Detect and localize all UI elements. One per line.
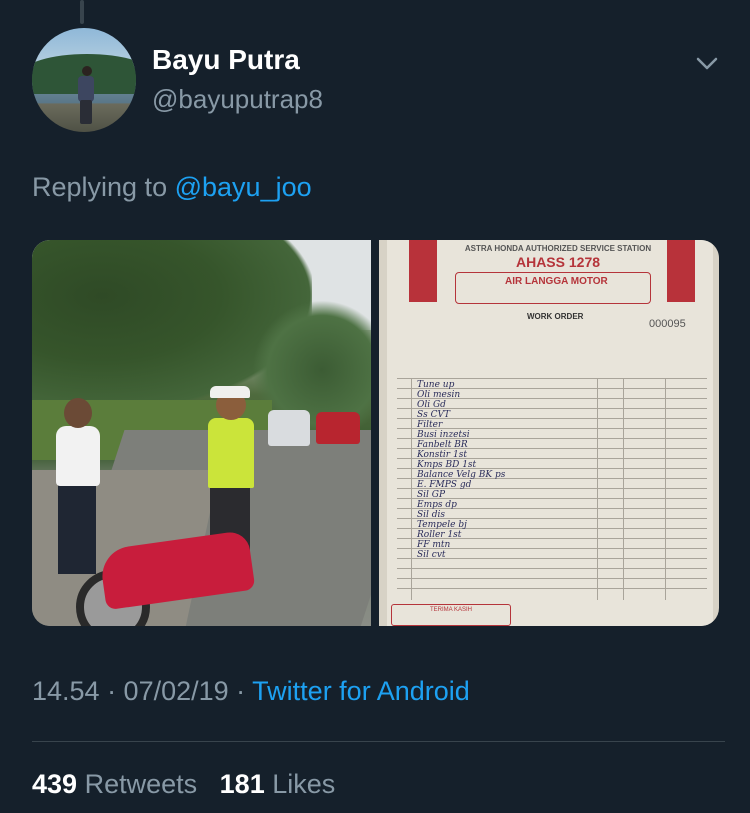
replying-to-label: Replying to bbox=[32, 172, 168, 202]
receipt-header: ASTRA HONDA AUTHORIZED SERVICE STATION bbox=[464, 244, 652, 253]
receipt-number: 000095 bbox=[649, 318, 686, 330]
photo-man-legs bbox=[58, 484, 96, 574]
photo-car-red bbox=[316, 412, 360, 444]
receipt-col-line bbox=[411, 378, 412, 600]
receipt-col-line bbox=[623, 378, 624, 600]
tweet-timestamp[interactable]: 14.54 · 07/02/19 · bbox=[32, 676, 245, 706]
replying-to: Replying to @bayu_joo bbox=[32, 172, 312, 203]
receipt-col-line bbox=[597, 378, 598, 600]
receipt-row: Kmps BD 1st bbox=[417, 460, 477, 470]
receipt-thanks: TERIMA KASIH bbox=[391, 604, 511, 626]
reply-mention-link[interactable]: @bayu_joo bbox=[175, 172, 312, 202]
receipt-row: Konstir 1st bbox=[417, 450, 467, 460]
receipt-dealer-name: AIR LANGGA MOTOR bbox=[505, 276, 608, 287]
receipt-row: Sil dis bbox=[417, 510, 446, 520]
likes-label[interactable]: Likes bbox=[272, 769, 335, 799]
tweet-meta: 14.54 · 07/02/19 · Twitter for Android bbox=[32, 676, 470, 707]
receipt-paper: ASTRA HONDA AUTHORIZED SERVICE STATION A… bbox=[387, 240, 713, 626]
receipt-row: Tune up bbox=[417, 380, 455, 390]
avatar-person-body bbox=[78, 76, 94, 102]
photo-officer-cap bbox=[210, 386, 250, 398]
photo-work-order[interactable]: ASTRA HONDA AUTHORIZED SERVICE STATION A… bbox=[379, 240, 719, 626]
receipt-row: Filter bbox=[417, 420, 443, 430]
thread-line bbox=[80, 0, 84, 24]
receipt-row: Oli Gd bbox=[417, 400, 446, 410]
avatar-person-head bbox=[82, 66, 92, 76]
receipt-row: Sil cvt bbox=[417, 550, 446, 560]
receipt-col-line bbox=[665, 378, 666, 600]
receipt-row: Tempele bj bbox=[417, 520, 467, 530]
photo-traffic-stop[interactable] bbox=[32, 240, 371, 626]
chevron-down-icon[interactable] bbox=[692, 48, 722, 78]
media-grid: ASTRA HONDA AUTHORIZED SERVICE STATION A… bbox=[32, 240, 719, 626]
receipt-work-order-title: WORK ORDER bbox=[527, 312, 584, 321]
receipt-row: Ss CVT bbox=[417, 410, 451, 420]
receipt-row: Emps dp bbox=[417, 500, 457, 510]
receipt-red-bar-left bbox=[409, 240, 437, 302]
retweets-label[interactable]: Retweets bbox=[85, 769, 198, 799]
photo-man-shirt bbox=[56, 426, 100, 486]
display-name[interactable]: Bayu Putra bbox=[152, 44, 300, 76]
photo-car-white bbox=[268, 410, 310, 446]
receipt-row: FF mtn bbox=[417, 540, 451, 550]
receipt-row: Busi inzetsi bbox=[417, 430, 470, 440]
receipt-row: Balance Velg BK ps bbox=[417, 470, 506, 480]
receipt-row: Sil GP bbox=[417, 490, 446, 500]
photo-man-head bbox=[64, 398, 92, 428]
retweets-count[interactable]: 439 bbox=[32, 769, 77, 799]
tweet-header: Bayu Putra @bayuputrap8 bbox=[32, 28, 722, 132]
divider bbox=[32, 741, 725, 742]
receipt-row: Roller 1st bbox=[417, 530, 462, 540]
receipt-ahass: AHASS 1278 bbox=[515, 254, 601, 270]
receipt-row: E. FMPS gd bbox=[417, 480, 472, 490]
tweet-source-link[interactable]: Twitter for Android bbox=[252, 676, 470, 706]
avatar[interactable] bbox=[32, 28, 136, 132]
tweet-stats: 439 Retweets 181 Likes bbox=[32, 769, 335, 800]
user-handle[interactable]: @bayuputrap8 bbox=[152, 84, 323, 115]
avatar-person-legs bbox=[80, 100, 92, 124]
receipt-row: Fanbelt BR bbox=[417, 440, 468, 450]
likes-count[interactable]: 181 bbox=[220, 769, 265, 799]
photo-officer-vest bbox=[208, 418, 254, 488]
receipt-row: Oli mesin bbox=[417, 390, 461, 400]
